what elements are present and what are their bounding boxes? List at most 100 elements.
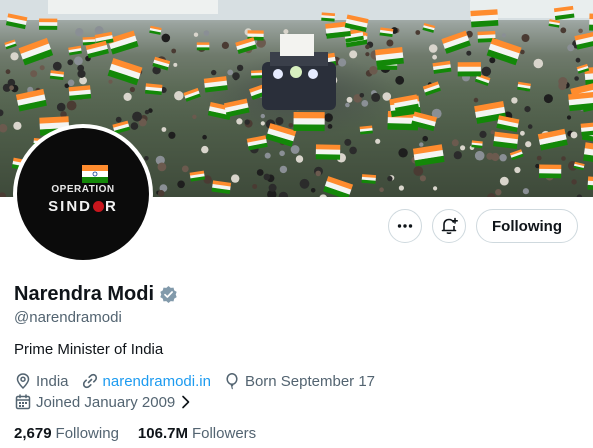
crowd-person — [375, 138, 381, 144]
following-count: 2,679 — [14, 425, 52, 442]
crowd-person — [487, 193, 496, 197]
crowd-person — [386, 39, 394, 47]
tricolour-flag — [471, 140, 483, 149]
crowd-person — [66, 100, 77, 111]
followers-count: 106.7M — [137, 425, 188, 442]
crowd-person — [264, 152, 271, 159]
crowd-person — [260, 121, 265, 126]
crowd-person — [324, 113, 333, 122]
tricolour-flag — [107, 30, 139, 55]
tricolour-flag — [323, 176, 354, 197]
tricolour-flag — [68, 85, 92, 101]
crowd-person — [161, 127, 167, 132]
crowd-person — [211, 69, 217, 76]
crowd-person — [365, 52, 370, 57]
crowd-person — [344, 138, 352, 146]
website-link[interactable]: narendramodi.in — [103, 373, 211, 390]
website-item[interactable]: narendramodi.in — [81, 372, 211, 390]
following-label: Following — [55, 425, 119, 442]
crowd-person — [474, 150, 485, 161]
crowd-person — [279, 165, 288, 174]
tricolour-flag — [583, 142, 593, 165]
following-stat-link[interactable]: 2,679 Following — [14, 425, 119, 442]
bell-plus-icon — [441, 217, 458, 234]
joined-row[interactable]: Joined January 2009 — [14, 393, 209, 411]
crowd-person — [520, 130, 525, 136]
display-name: Narendra Modi — [14, 283, 155, 305]
crowd-person — [460, 145, 466, 151]
tricolour-flag — [145, 83, 163, 96]
tricolour-flag — [587, 176, 593, 191]
following-button[interactable]: Following — [476, 209, 578, 243]
crowd-person — [338, 58, 347, 67]
crowd-person — [52, 61, 62, 71]
crowd-person — [451, 139, 459, 147]
crowd-person — [30, 70, 38, 78]
crowd-person — [428, 44, 438, 53]
tricolour-flag — [321, 12, 336, 22]
crowd-person — [263, 173, 271, 181]
crowd-person — [67, 79, 75, 87]
crowd-person — [349, 50, 358, 59]
tricolour-flag — [539, 164, 562, 179]
more-icon — [397, 224, 413, 228]
tricolour-flag — [235, 37, 257, 54]
tricolour-flag — [574, 31, 593, 50]
crowd-person — [560, 27, 567, 34]
crowd-person — [315, 170, 322, 177]
crowd-person — [236, 64, 244, 72]
crowd-person — [171, 48, 177, 54]
birthday-text: Born September 17 — [244, 372, 376, 390]
verified-badge-icon[interactable] — [159, 285, 178, 304]
crowd-person — [574, 76, 579, 81]
crowd-person — [201, 145, 209, 154]
india-flag-icon — [82, 165, 108, 183]
more-options-button[interactable] — [388, 209, 422, 243]
bio: Prime Minister of India — [14, 341, 164, 358]
tricolour-flag — [251, 70, 264, 79]
crowd-person — [570, 131, 578, 139]
crowd-person — [398, 148, 408, 158]
crowd-person — [571, 179, 577, 185]
user-handle: @narendramodi — [14, 309, 122, 326]
tricolour-flag — [580, 121, 593, 137]
crowd-person — [203, 30, 210, 36]
tricolour-flag — [211, 180, 232, 194]
crowd-person — [533, 58, 544, 69]
crowd-person — [157, 162, 167, 172]
tricolour-flag — [517, 81, 531, 92]
crowd-person — [192, 114, 197, 120]
crowd-person — [345, 102, 350, 108]
tricolour-flag — [509, 149, 524, 161]
avatar-text-line1: OPERATION — [51, 184, 115, 195]
tricolour-flag — [149, 25, 162, 35]
crowd-person — [419, 175, 426, 182]
crowd-person — [479, 130, 487, 138]
crowd-person — [481, 66, 492, 77]
tricolour-flag — [68, 45, 82, 56]
tricolour-flag — [553, 5, 575, 21]
crowd-person — [575, 57, 581, 63]
crowd-person — [310, 188, 316, 193]
crowd-person — [491, 152, 500, 162]
tricolour-flag — [189, 170, 206, 182]
tricolour-flag — [359, 125, 373, 135]
followers-label: Followers — [191, 425, 257, 442]
crowd-person — [236, 118, 243, 125]
crowd-person — [232, 72, 240, 80]
notifications-button[interactable] — [432, 209, 466, 243]
crowd-person — [466, 50, 472, 56]
crowd-person — [346, 96, 353, 103]
crowd-person — [268, 183, 277, 192]
crowd-person — [202, 134, 207, 140]
crowd-person — [283, 29, 289, 35]
crowd-person — [495, 189, 502, 196]
crowd-person — [527, 124, 533, 129]
crowd-person — [174, 91, 184, 101]
crowd-person — [161, 33, 171, 43]
profile-avatar[interactable]: OPERATION SIND R — [13, 124, 153, 264]
crowd-person — [275, 117, 284, 125]
crowd-person — [419, 142, 424, 147]
followers-stat-link[interactable]: 106.7M Followers — [138, 425, 256, 442]
joined-item[interactable]: Joined January 2009 — [14, 393, 197, 411]
